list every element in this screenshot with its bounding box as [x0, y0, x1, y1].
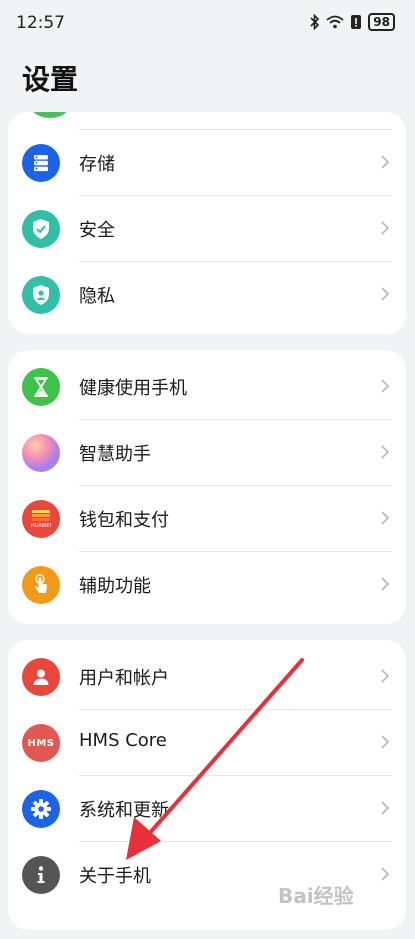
status-bar: 12:57 98 [0, 0, 415, 48]
settings-item-security[interactable]: 安全 [8, 196, 406, 262]
settings-item-label: 钱包和支付 [79, 510, 169, 531]
chevron-right-icon [381, 221, 390, 235]
settings-group-1: 存储 安全 隐私 [8, 112, 406, 334]
chevron-right-icon [381, 287, 390, 301]
settings-item-users[interactable]: 用户和帐户 [8, 644, 406, 710]
settings-item-digital-balance[interactable]: 健康使用手机 [8, 354, 406, 420]
settings-item-storage[interactable]: 存储 [8, 130, 406, 196]
info-icon [22, 856, 60, 894]
hourglass-icon [22, 368, 60, 406]
watermark-logo: Bai经验 [278, 884, 354, 908]
settings-item-system-update[interactable]: 系统和更新 [8, 776, 406, 842]
chevron-right-icon [381, 445, 390, 459]
chevron-right-icon [381, 511, 390, 525]
settings-item-label: HMS Core [79, 730, 167, 751]
chevron-right-icon [381, 379, 390, 393]
chevron-right-icon [381, 867, 390, 881]
status-time: 12:57 [16, 13, 65, 33]
settings-item-hms-core[interactable]: HMS HMS Core [8, 710, 406, 776]
settings-item-label: 用户和帐户 [79, 668, 169, 689]
user-icon [22, 658, 60, 696]
chevron-right-icon [381, 155, 390, 169]
settings-item-wallet[interactable]: HUAWEI 钱包和支付 [8, 486, 406, 552]
storage-icon [22, 144, 60, 182]
hms-logo-text: HMS [27, 737, 55, 749]
settings-item-assistant[interactable]: 智慧助手 [8, 420, 406, 486]
settings-item-label: 智慧助手 [79, 444, 151, 465]
assistant-orb-icon [22, 434, 60, 472]
chevron-right-icon [381, 735, 390, 749]
settings-item-label: 存储 [79, 154, 115, 175]
settings-item-accessibility[interactable]: 辅助功能 [8, 552, 406, 618]
settings-item-label: 系统和更新 [79, 800, 169, 821]
gear-icon [22, 790, 60, 828]
chevron-right-icon [381, 577, 390, 591]
battery-indicator: 98 [368, 13, 395, 31]
wallet-badge-text: HUAWEI [30, 522, 52, 529]
settings-item-label: 安全 [79, 220, 115, 241]
wallet-icon: HUAWEI [22, 500, 60, 538]
status-icons: 98 [310, 13, 395, 31]
bluetooth-icon [310, 14, 320, 30]
settings-item-label: 健康使用手机 [79, 378, 187, 399]
hms-logo-icon: HMS [22, 724, 60, 762]
hand-pointer-icon [22, 566, 60, 604]
settings-item-label: 辅助功能 [79, 576, 151, 597]
partial-item-icon [31, 112, 69, 118]
wifi-icon [326, 15, 344, 29]
chevron-right-icon [381, 801, 390, 815]
settings-group-2: 健康使用手机 智慧助手 HUAWEI 钱包和支付 辅助功能 [8, 350, 406, 624]
page-title: 设置 [22, 63, 79, 96]
alert-sim-icon [351, 15, 362, 29]
privacy-shield-icon [22, 276, 60, 314]
settings-item-label: 关于手机 [79, 866, 151, 887]
settings-item-label: 隐私 [79, 286, 115, 307]
settings-item-privacy[interactable]: 隐私 [8, 262, 406, 328]
chevron-right-icon [381, 669, 390, 683]
shield-check-icon [22, 210, 60, 248]
